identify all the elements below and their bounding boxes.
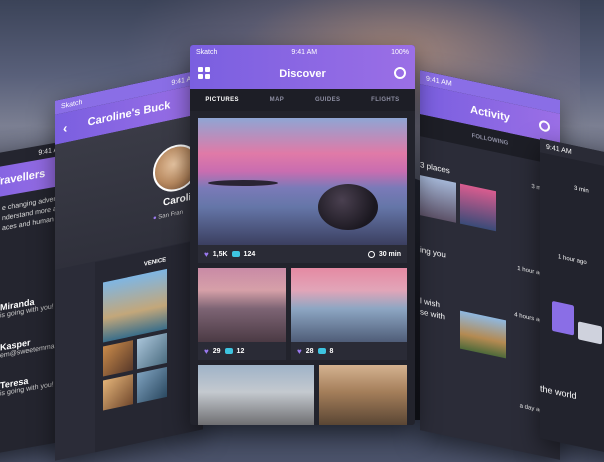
card-photo [291,268,407,342]
grid-icon[interactable] [198,67,210,79]
comment-icon[interactable] [317,348,326,354]
tab-flights[interactable]: FLIGHTS [371,97,399,103]
page-title: Discover [279,68,326,80]
like-count: 28 [305,347,314,355]
activity-text: l wish se with [420,296,445,322]
settings-icon[interactable] [394,67,406,79]
comment-icon[interactable] [224,348,233,354]
card-stats: ♥ 29 12 [198,342,286,360]
list-item[interactable]: Teresa is going with you! [0,371,54,398]
discover-phone: Skatch 9:41 AM 100% Discover PICTURES MA… [190,45,415,425]
tab-map[interactable]: MAP [270,97,285,103]
bucket-list-phone: Skatch 9:41 AM ‹ Caroline's Buck Caroli … [55,69,203,461]
list-item[interactable]: Kasper em@sweetemma.c [0,332,60,359]
activity-photo[interactable] [420,175,456,223]
like-count: 1,5K [212,250,228,258]
venice-photo[interactable] [103,268,167,343]
far-right-phone: 9:41 AM 3 min 1 hour ago the world [540,138,604,462]
clock-icon [367,250,375,258]
activity-photo[interactable] [460,183,496,232]
photo-card[interactable] [319,365,407,425]
feature-photo [198,118,407,245]
boulder-shape [318,184,378,230]
venice-photo[interactable] [103,340,133,377]
list-item[interactable]: Miranda is going with you! [0,293,54,320]
like-count: 29 [212,347,221,355]
heart-icon[interactable]: ♥ [297,347,302,356]
comment-count: 8 [329,347,334,355]
venice-section: VENICE [95,236,203,461]
card-photo [198,365,314,425]
feature-stats: ♥ 1,5K 124 30 min [198,245,407,263]
pin-icon: ● [153,215,157,222]
card-photo [198,268,286,342]
caption-text: the world [540,383,577,402]
activity-text: 3 places [420,160,450,176]
status-time: 9:41 AM [546,143,572,156]
card-photo [319,365,407,425]
suitcase-icon [578,321,602,345]
venice-photo[interactable] [137,366,167,404]
comment-count: 124 [243,250,256,258]
status-time: 9:41 AM [291,48,318,56]
heart-icon[interactable]: ♥ [204,347,209,356]
photo-card[interactable]: ♥ 29 12 [198,268,286,360]
tab-bar: PICTURES MAP GUIDES FLIGHTS [190,89,415,111]
carrier-label: Skatch [196,48,218,56]
card-stats: ♥ 28 8 [291,342,407,360]
activity-title: Activity [470,103,510,125]
discover-navbar: Discover [190,59,415,89]
activity-photo[interactable] [460,310,506,359]
duration-label: 30 min [378,250,401,258]
venice-photo[interactable] [103,374,133,411]
photo-card[interactable] [198,365,314,425]
phone-illustration-icon [552,300,574,336]
activity-text: ing you [420,245,446,260]
tab-guides[interactable]: GUIDES [315,97,340,103]
status-bar: Skatch 9:41 AM 100% [190,45,415,59]
comment-icon[interactable] [231,251,240,257]
tab-pictures[interactable]: PICTURES [205,97,239,103]
settings-icon[interactable] [539,118,550,133]
feature-card[interactable]: ♥ 1,5K 124 30 min [198,118,407,263]
activity-phone: 9:41 AM Activity FOLLOWING 3 places 3 mi… [420,70,560,460]
rocks-shape [208,180,278,186]
venice-photo[interactable] [137,332,167,370]
heart-icon[interactable]: ♥ [204,250,209,259]
travellers-title: e Travellers [0,167,46,191]
battery-label: 100% [391,48,409,56]
comment-count: 12 [236,347,245,355]
back-icon[interactable]: ‹ [63,120,67,136]
carrier-label: Skatch [61,98,83,110]
photo-card[interactable]: ♥ 28 8 [291,268,407,360]
